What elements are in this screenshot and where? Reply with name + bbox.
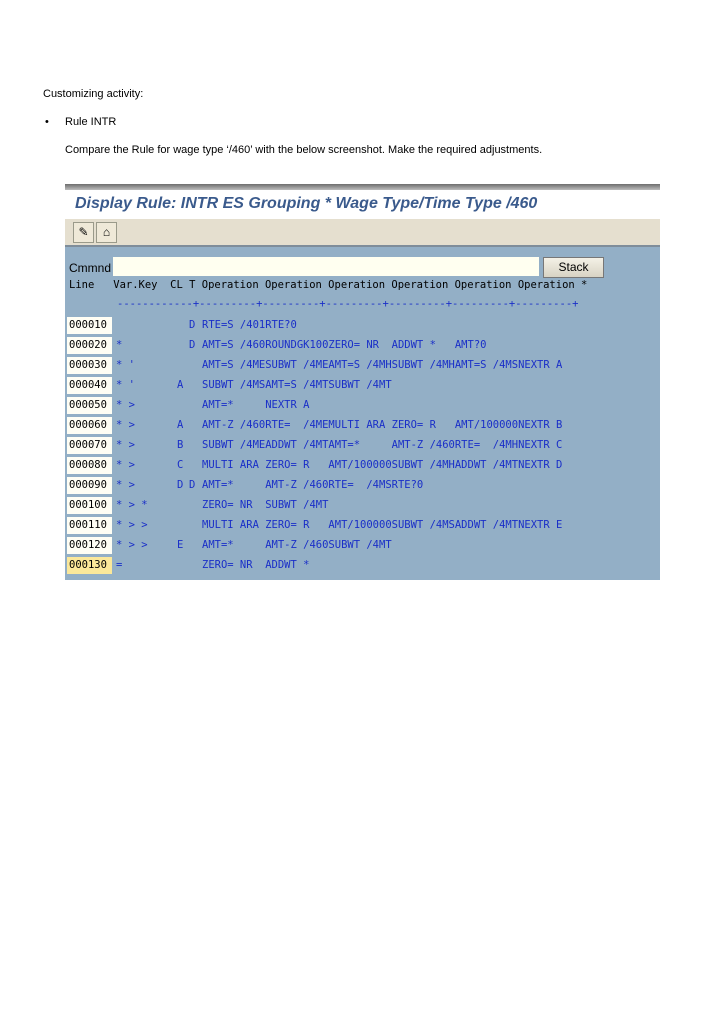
var-key: * > * — [116, 499, 148, 511]
toolbar: ✎ ⌂ — [65, 219, 660, 247]
doc-heading: Customizing activity: — [43, 88, 144, 100]
line-number-field[interactable]: 000070 — [67, 437, 112, 454]
var-key: = — [116, 559, 123, 571]
cl-value: D — [177, 479, 184, 491]
var-key: * > — [116, 439, 135, 451]
var-key: * > — [116, 419, 135, 431]
operation-text: SUBWT /4MSAMT=S /4MTSUBWT /4MT — [202, 379, 392, 391]
line-number-field[interactable]: 000020 — [67, 337, 112, 354]
column-header: Line Var.Key CL T Operation Operation Op… — [69, 279, 588, 291]
sap-window: Display Rule: INTR ES Grouping * Wage Ty… — [65, 184, 660, 580]
t-value: D — [189, 339, 196, 351]
line-number-field[interactable]: 000060 — [67, 417, 112, 434]
var-key: * > — [116, 399, 135, 411]
line-number-field[interactable]: 000100 — [67, 497, 112, 514]
line-number-field[interactable]: 000120 — [67, 537, 112, 554]
window-title: Display Rule: INTR ES Grouping * Wage Ty… — [65, 190, 660, 219]
ruler: ------------+---------+---------+-------… — [117, 298, 579, 310]
bullet-icon: • — [45, 116, 49, 128]
cl-value: E — [177, 539, 184, 551]
line-number-field[interactable]: 000090 — [67, 477, 112, 494]
var-key: * > > — [116, 539, 148, 551]
operation-text: AMT=* AMT-Z /460RTE= /4MSRTE?0 — [202, 479, 424, 491]
var-key: * — [116, 339, 123, 351]
t-value: D — [189, 319, 196, 331]
operation-text: RTE=S /401RTE?0 — [202, 319, 297, 331]
operation-text: ZERO= NR ADDWT * — [202, 559, 310, 571]
operation-text: AMT=* AMT-Z /460SUBWT /4MT — [202, 539, 392, 551]
operation-text: AMT-Z /460RTE= /4MEMULTI ARA ZERO= R AMT… — [202, 419, 563, 431]
operation-text: MULTI ARA ZERO= R AMT/100000SUBWT /4MSAD… — [202, 519, 563, 531]
operation-text: AMT=S /4MESUBWT /4MEAMT=S /4MHSUBWT /4MH… — [202, 359, 563, 371]
operation-text: MULTI ARA ZERO= R AMT/100000SUBWT /4MHAD… — [202, 459, 563, 471]
line-number-field[interactable]: 000130 — [67, 557, 112, 574]
operation-text: AMT=* NEXTR A — [202, 399, 310, 411]
t-value: D — [189, 479, 196, 491]
var-key: * > > — [116, 519, 148, 531]
hierarchy-icon[interactable]: ⌂ — [96, 222, 117, 243]
line-number-field[interactable]: 000040 — [67, 377, 112, 394]
stack-button[interactable]: Stack — [543, 257, 604, 278]
pencil-glasses-icon[interactable]: ✎ — [73, 222, 94, 243]
operation-text: AMT=S /460ROUNDGK100ZERO= NR ADDWT * AMT… — [202, 339, 487, 351]
cl-value: C — [177, 459, 184, 471]
line-number-field[interactable]: 000030 — [67, 357, 112, 374]
line-number-field[interactable]: 000110 — [67, 517, 112, 534]
var-key: * ' — [116, 379, 135, 391]
command-label: Cmmnd — [69, 261, 112, 275]
var-key: * > — [116, 459, 135, 471]
line-number-field[interactable]: 000010 — [67, 317, 112, 334]
line-number-field[interactable]: 000080 — [67, 457, 112, 474]
operation-text: SUBWT /4MEADDWT /4MTAMT=* AMT-Z /460RTE=… — [202, 439, 563, 451]
var-key: * > — [116, 479, 135, 491]
doc-instruction: Compare the Rule for wage type ‘/460’ wi… — [65, 144, 543, 156]
cl-value: A — [177, 379, 184, 391]
line-number-field[interactable]: 000050 — [67, 397, 112, 414]
cl-value: A — [177, 419, 184, 431]
doc-bullet: Rule INTR — [65, 116, 117, 128]
cl-value: B — [177, 439, 184, 451]
operation-text: ZERO= NR SUBWT /4MT — [202, 499, 329, 511]
var-key: * ' — [116, 359, 135, 371]
command-input[interactable] — [113, 257, 539, 276]
